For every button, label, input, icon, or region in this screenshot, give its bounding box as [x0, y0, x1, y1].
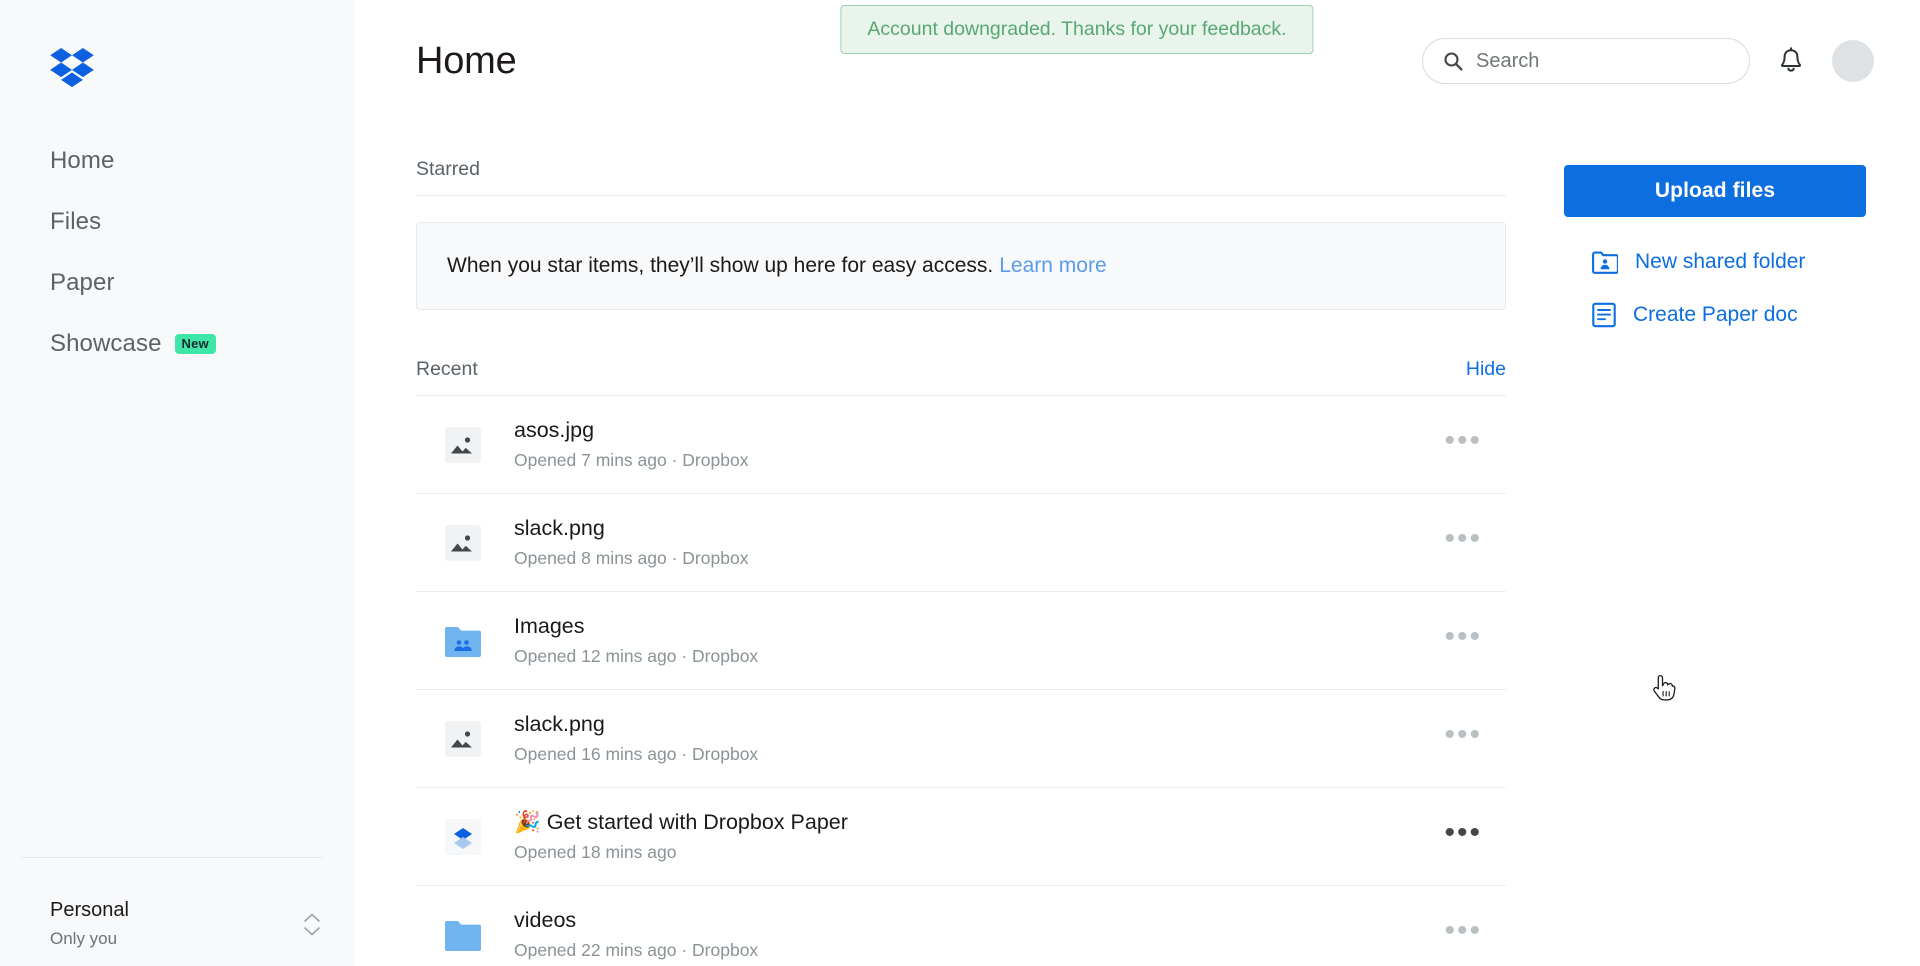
list-item[interactable]: slack.png Opened 16 mins ago · Dropbox •…: [416, 690, 1506, 788]
folder-icon: [444, 916, 482, 954]
row-overflow-menu[interactable]: •••: [1430, 912, 1496, 958]
paper-doc-icon: [444, 818, 482, 856]
account-name: Personal: [50, 899, 129, 922]
file-meta: Opened 16 mins ago · Dropbox: [514, 744, 759, 764]
section-title-recent: Recent: [416, 358, 478, 380]
sidebar: Home Files Paper Showcase New Personal O…: [0, 0, 354, 966]
list-item-text: Images Opened 12 mins ago · Dropbox: [514, 613, 1430, 668]
sidebar-item-label: Paper: [50, 268, 115, 296]
image-file-icon: [444, 426, 482, 464]
create-paper-doc-icon: [1592, 302, 1616, 328]
file-name: Images: [514, 614, 585, 639]
notifications-button[interactable]: [1778, 47, 1804, 75]
account-switcher[interactable]: Personal Only you: [0, 858, 354, 966]
page-title: Home: [416, 39, 517, 82]
main-content: Account downgraded. Thanks for your feed…: [354, 0, 1920, 966]
search-input[interactable]: [1476, 49, 1716, 73]
starred-empty-message: When you star items, they’ll show up her…: [447, 254, 994, 277]
file-meta: Opened 8 mins ago · Dropbox: [514, 548, 749, 568]
row-overflow-menu[interactable]: •••: [1430, 618, 1496, 664]
sidebar-item-paper[interactable]: Paper: [0, 252, 354, 313]
action-label: New shared folder: [1635, 250, 1806, 273]
dropbox-home-app: Home Files Paper Showcase New Personal O…: [0, 0, 1920, 966]
file-meta: Opened 7 mins ago · Dropbox: [514, 450, 749, 470]
file-name: slack.png: [514, 516, 605, 541]
chevron-updown-icon[interactable]: [304, 913, 320, 936]
hide-recent-link[interactable]: Hide: [1466, 358, 1506, 381]
top-bar-actions: [1422, 38, 1874, 84]
new-shared-folder-icon: [1592, 251, 1618, 274]
file-name: slack.png: [514, 712, 605, 737]
file-name: videos: [514, 908, 577, 933]
sidebar-item-showcase[interactable]: Showcase New: [0, 313, 354, 374]
account-subtitle: Only you: [50, 929, 118, 949]
dropbox-logo-icon: [50, 48, 94, 88]
learn-more-link[interactable]: Learn more: [999, 254, 1106, 278]
recent-list: asos.jpg Opened 7 mins ago · Dropbox •••: [416, 396, 1506, 966]
avatar[interactable]: [1832, 40, 1874, 82]
list-item-text: asos.jpg Opened 7 mins ago · Dropbox: [514, 417, 1430, 472]
section-title-starred: Starred: [416, 158, 480, 180]
list-item[interactable]: slack.png Opened 8 mins ago · Dropbox ••…: [416, 494, 1506, 592]
row-overflow-menu[interactable]: •••: [1430, 520, 1496, 566]
actions-panel: Upload files New shared folder Create Pa…: [1506, 122, 1874, 966]
list-item-text: slack.png Opened 16 mins ago · Dropbox: [514, 711, 1430, 766]
logo-container[interactable]: [0, 0, 354, 88]
upload-files-button[interactable]: Upload files: [1564, 165, 1866, 217]
row-overflow-menu[interactable]: •••: [1430, 422, 1496, 468]
search-box[interactable]: [1422, 38, 1750, 84]
content-columns: Starred When you star items, they’ll sho…: [354, 122, 1920, 966]
list-item[interactable]: Images Opened 12 mins ago · Dropbox •••: [416, 592, 1506, 690]
starred-empty-state: When you star items, they’ll show up her…: [416, 222, 1506, 310]
list-item[interactable]: videos Opened 22 mins ago · Dropbox •••: [416, 886, 1506, 966]
sidebar-item-label: Files: [50, 207, 102, 235]
new-shared-folder-button[interactable]: New shared folder: [1564, 250, 1874, 274]
image-file-icon: [444, 720, 482, 758]
list-item-text: slack.png Opened 8 mins ago · Dropbox: [514, 515, 1430, 570]
status-badge-new: New: [174, 333, 216, 354]
bell-icon: [1780, 47, 1802, 72]
file-meta: Opened 18 mins ago: [514, 842, 677, 862]
primary-column: Starred When you star items, they’ll sho…: [416, 122, 1506, 966]
toast-notification: Account downgraded. Thanks for your feed…: [840, 5, 1314, 54]
row-overflow-menu[interactable]: •••: [1430, 814, 1496, 860]
list-item[interactable]: 🎉 Get started with Dropbox Paper Opened …: [416, 788, 1506, 886]
starred-section-header: Starred: [416, 158, 1506, 196]
file-name: 🎉 Get started with Dropbox Paper: [514, 810, 848, 835]
list-item-text: videos Opened 22 mins ago · Dropbox: [514, 907, 1430, 962]
account-text: Personal Only you: [50, 897, 304, 951]
create-paper-doc-button[interactable]: Create Paper doc: [1564, 302, 1874, 328]
sidebar-item-files[interactable]: Files: [0, 191, 354, 252]
file-name: asos.jpg: [514, 418, 595, 443]
file-meta: Opened 22 mins ago · Dropbox: [514, 940, 759, 960]
sidebar-item-label: Showcase: [50, 329, 162, 357]
sidebar-item-label: Home: [50, 146, 115, 174]
sidebar-item-home[interactable]: Home: [0, 130, 354, 191]
action-label: Create Paper doc: [1633, 303, 1798, 326]
file-meta: Opened 12 mins ago · Dropbox: [514, 646, 759, 666]
image-file-icon: [444, 524, 482, 562]
list-item[interactable]: asos.jpg Opened 7 mins ago · Dropbox •••: [416, 396, 1506, 494]
recent-section-header: Recent Hide: [416, 358, 1506, 396]
search-icon: [1444, 52, 1463, 71]
list-item-text: 🎉 Get started with Dropbox Paper Opened …: [514, 809, 1430, 864]
shared-folder-icon: [444, 622, 482, 660]
row-overflow-menu[interactable]: •••: [1430, 716, 1496, 762]
sidebar-nav: Home Files Paper Showcase New: [0, 130, 354, 374]
